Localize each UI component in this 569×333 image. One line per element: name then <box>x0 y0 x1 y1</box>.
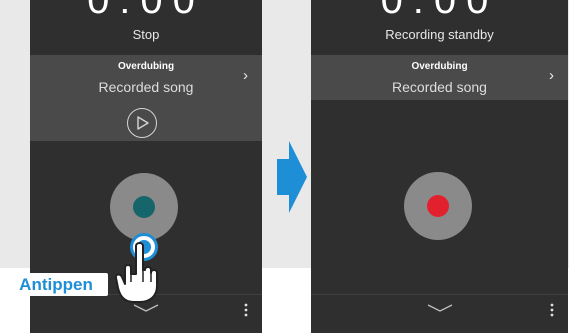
chevron-right-icon[interactable]: › <box>549 67 554 84</box>
song-label: Recorded song <box>98 79 194 95</box>
tap-hand-icon <box>114 242 158 303</box>
chevron-right-icon[interactable]: › <box>243 67 248 84</box>
play-icon <box>137 116 149 130</box>
overdub-label: Overdubing <box>411 61 468 72</box>
bottom-bar <box>311 294 568 324</box>
phone-screen-right: 0:00 Recording standby Overdubing Record… <box>311 0 568 333</box>
tap-callout-label: Antippen <box>4 273 108 296</box>
record-button[interactable] <box>110 173 178 241</box>
record-icon <box>427 195 449 217</box>
chevron-down-icon[interactable] <box>427 303 453 313</box>
play-button[interactable] <box>127 108 157 138</box>
status-text: Stop <box>132 27 160 42</box>
song-panel[interactable]: Overdubing Recorded song › <box>30 55 262 141</box>
song-panel[interactable]: Overdubing Recorded song › <box>311 55 568 100</box>
kebab-menu-icon[interactable] <box>244 303 248 317</box>
status-text: Recording standby <box>385 27 494 42</box>
timer-display: 0:00 <box>87 0 205 22</box>
arrow-right-icon <box>277 141 307 213</box>
timer-display: 0:00 <box>380 0 499 22</box>
overdub-label: Overdubing <box>117 61 175 72</box>
chevron-down-icon[interactable] <box>133 303 159 313</box>
record-icon <box>133 196 155 218</box>
kebab-menu-icon[interactable] <box>550 303 554 317</box>
record-button[interactable] <box>404 172 472 240</box>
song-label: Recorded song <box>392 79 487 95</box>
divider <box>311 294 568 295</box>
